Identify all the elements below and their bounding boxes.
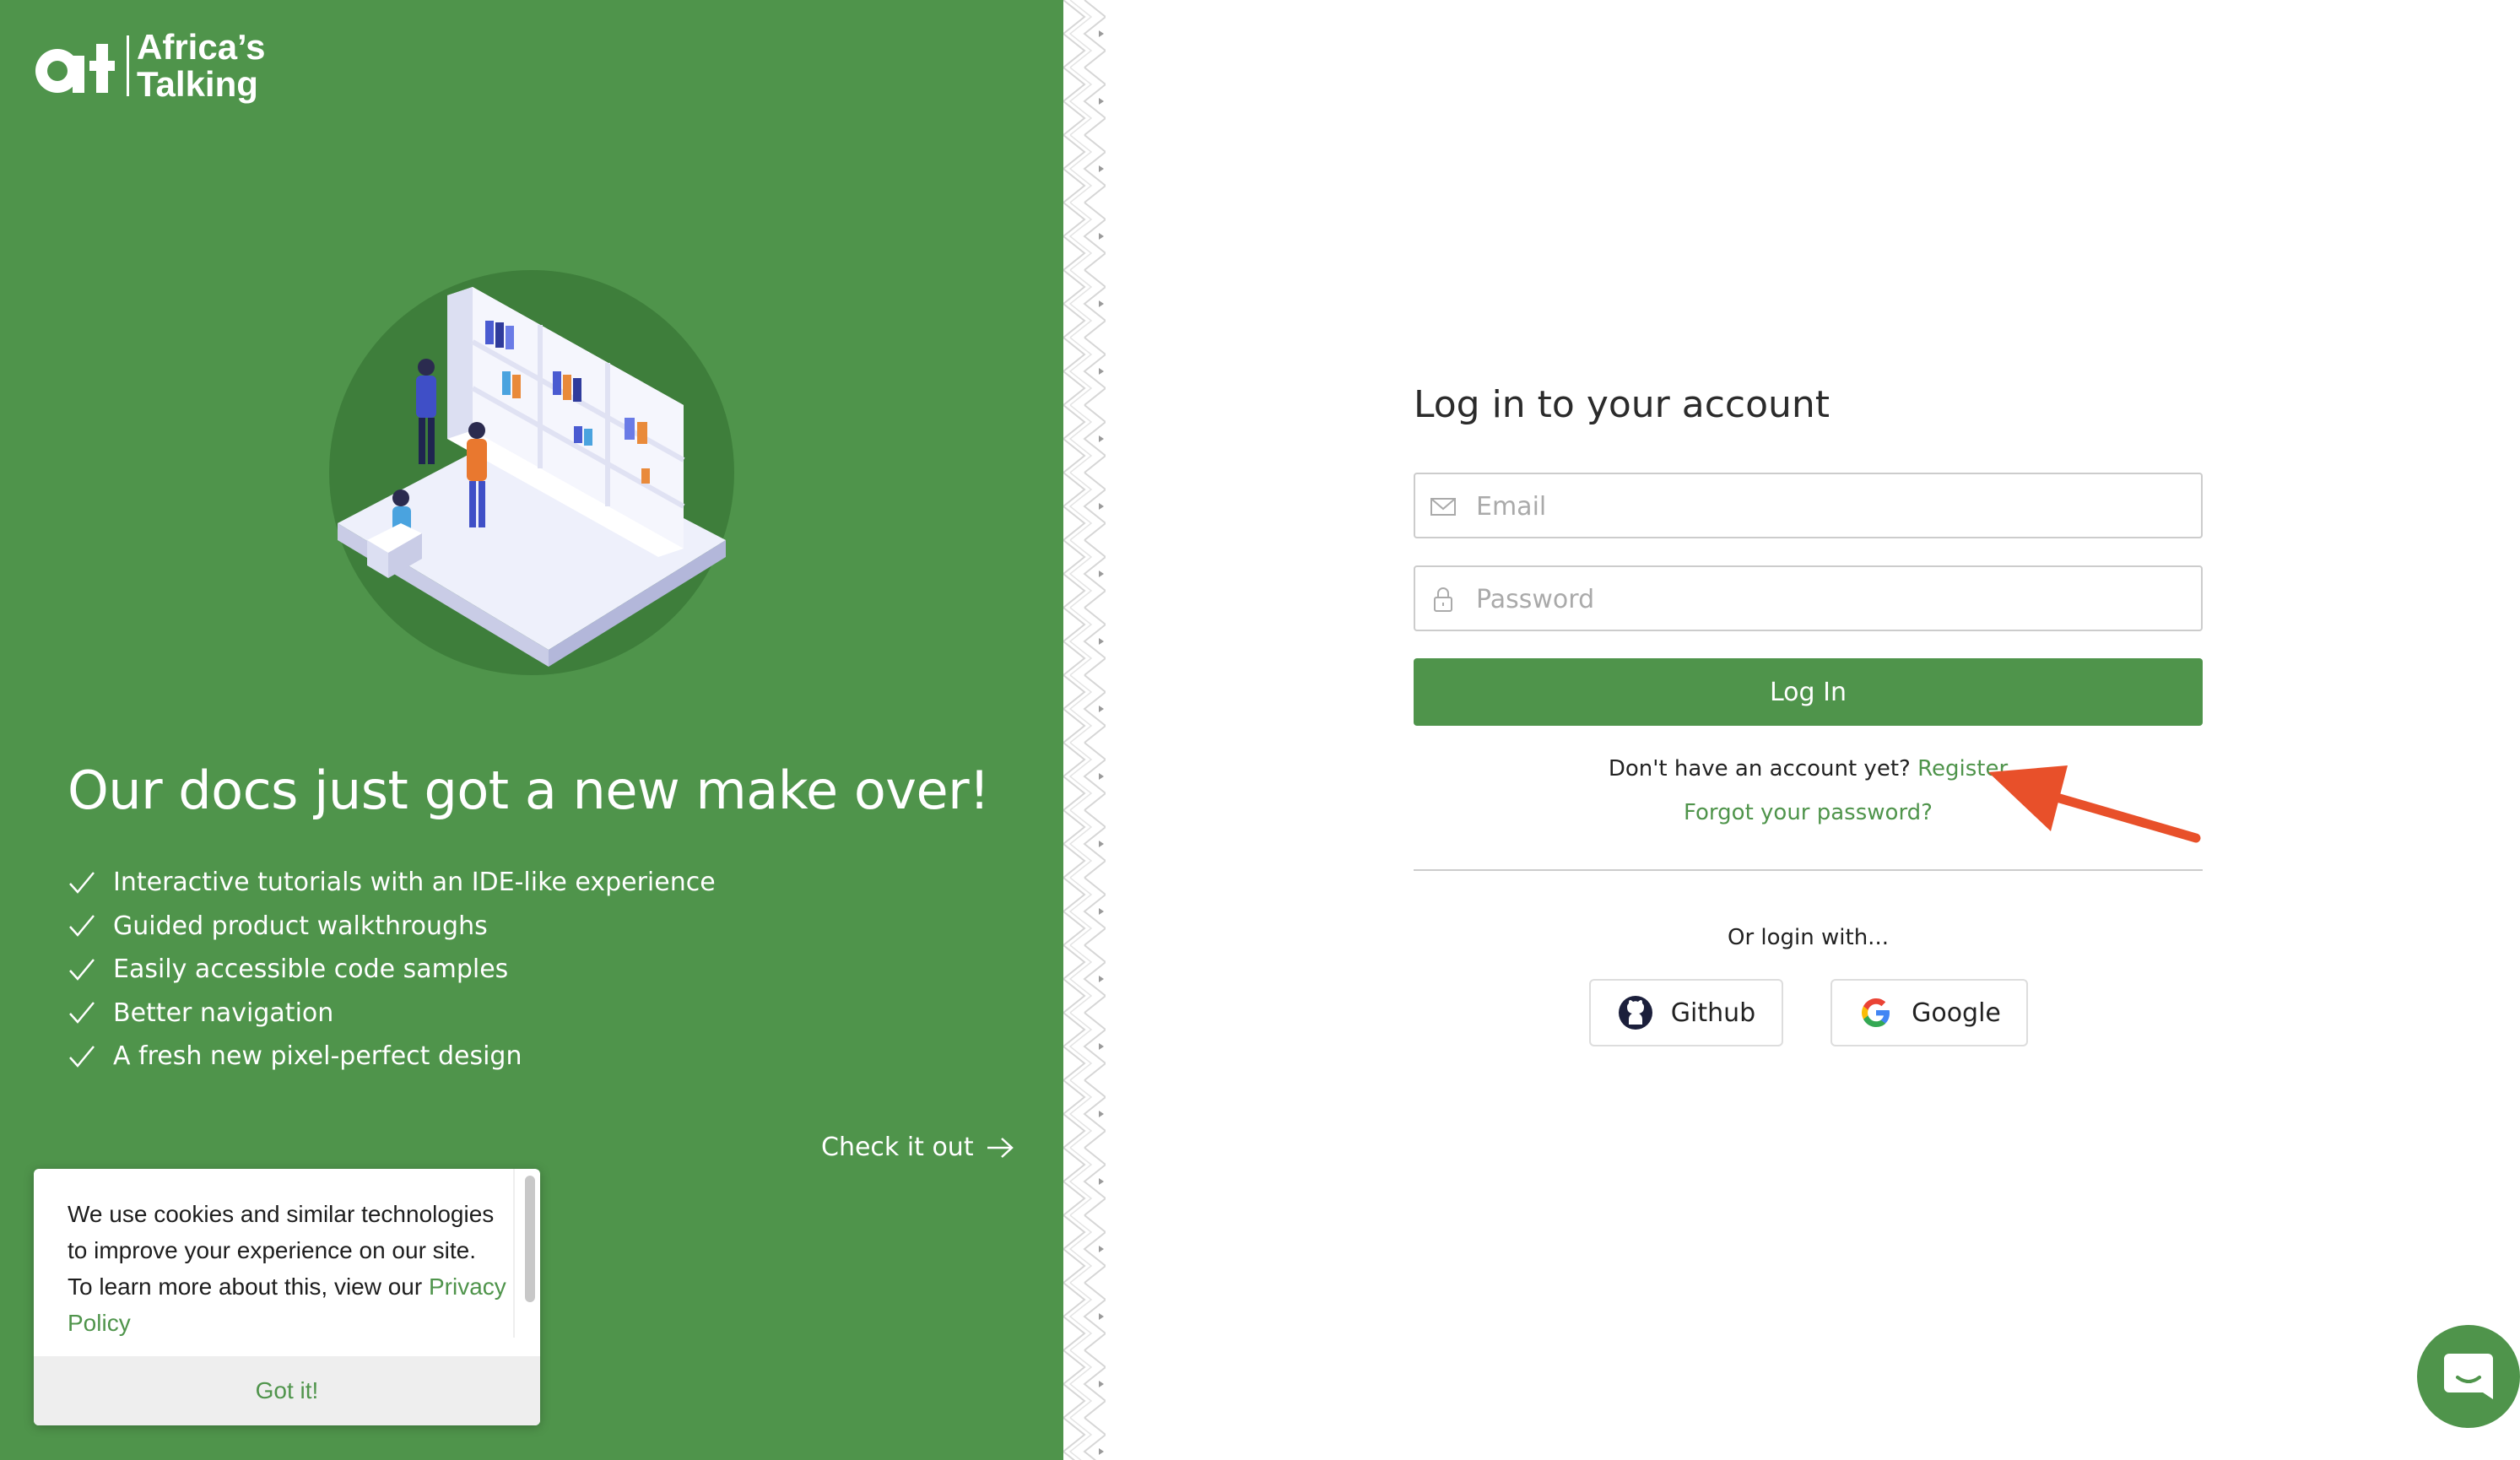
email-input[interactable] [1474,474,2187,538]
checkmark-icon [69,1002,95,1025]
no-account-text: Don't have an account yet? [1608,756,1911,781]
or-login-text: Or login with... [1728,925,1889,950]
login-button[interactable]: Log In [1414,658,2203,726]
lock-icon [1434,587,1452,612]
google-icon [1862,998,1890,1027]
promo-title: Our docs just got a new make over! [68,760,990,821]
arrow-right-icon [987,1137,1014,1158]
feature-label: Better navigation [113,998,334,1028]
checkmark-icon [69,1045,95,1068]
docs-illustration [329,270,734,675]
envelope-icon [1430,498,1456,516]
cookie-scroll-track [513,1169,515,1338]
feature-item: A fresh new pixel-perfect design [68,1035,716,1079]
cookie-accept-button[interactable]: Got it! [34,1356,540,1425]
zigzag-border [1063,0,1106,1460]
africas-talking-logo[interactable]: Africa’s Talking [24,19,277,111]
check-it-out-link[interactable]: Check it out [821,1133,1014,1162]
password-input[interactable] [1474,567,2187,631]
password-field[interactable] [1414,565,2203,631]
divider [1414,869,2203,871]
github-login-button[interactable]: Github [1589,979,1783,1046]
chat-launcher-button[interactable] [2417,1325,2520,1428]
github-icon [1618,996,1652,1030]
checkmark-icon [69,958,95,981]
checkmark-icon [69,871,95,894]
social-login-row: Github Google [1414,979,2203,1048]
forgot-password-link[interactable]: Forgot your password? [1684,800,1933,825]
feature-item: Interactive tutorials with an IDE-like e… [68,861,716,905]
chat-bubble-icon [2444,1354,2493,1399]
login-form: Log in to your account Log In Don't have… [1414,371,2203,1048]
cookie-message: We use cookies and similar technologies … [68,1196,506,1341]
github-label: Github [1670,998,1756,1028]
feature-label: Easily accessible code samples [113,954,509,985]
cookie-scrollbar[interactable] [525,1176,535,1302]
feature-label: Guided product walkthroughs [113,911,488,941]
feature-item: Easily accessible code samples [68,948,716,992]
feature-label: A fresh new pixel-perfect design [113,1041,522,1072]
feature-item: Better navigation [68,992,716,1036]
feature-label: Interactive tutorials with an IDE-like e… [113,868,716,898]
feature-list: Interactive tutorials with an IDE-like e… [68,861,716,1079]
cookie-banner: We use cookies and similar technologies … [34,1169,540,1425]
login-title: Log in to your account [1414,383,1831,426]
google-label: Google [1912,998,2001,1028]
logo-line-1: Africa’s [137,27,266,67]
red-arrow-icon [1988,765,2201,843]
feature-item: Guided product walkthroughs [68,905,716,949]
check-it-out-label: Check it out [821,1133,974,1162]
logo-line-2: Talking [137,64,258,104]
checkmark-icon [69,915,95,938]
promo-panel: Africa’s Talking Our docs just got a new… [0,0,1063,1460]
email-field[interactable] [1414,473,2203,538]
google-login-button[interactable]: Google [1831,979,2028,1046]
